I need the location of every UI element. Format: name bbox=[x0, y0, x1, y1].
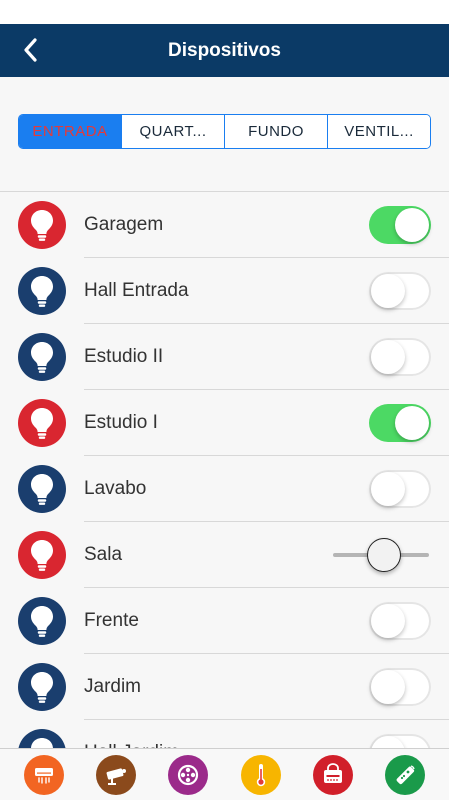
device-label: Frente bbox=[84, 610, 139, 631]
lightbulb-icon bbox=[18, 729, 66, 748]
device-label: Hall Entrada bbox=[84, 280, 189, 301]
alarm-panel-icon[interactable] bbox=[312, 754, 353, 795]
device-toggle[interactable] bbox=[369, 338, 431, 376]
device-label: Garagem bbox=[84, 214, 164, 235]
slider-thumb[interactable] bbox=[367, 538, 401, 572]
segment-tab-3[interactable]: VENTIL... bbox=[327, 115, 430, 148]
toggle-knob bbox=[371, 340, 405, 374]
segment-tab-1[interactable]: QUART... bbox=[121, 115, 224, 148]
lightbulb-icon bbox=[18, 531, 66, 579]
device-label: Jardim bbox=[84, 676, 142, 697]
chevron-left-icon bbox=[24, 38, 37, 62]
lightbulb-icon bbox=[18, 333, 66, 381]
segment-tab-0[interactable]: ENTRADA bbox=[19, 115, 121, 148]
device-row: Estudio I bbox=[0, 390, 449, 456]
device-row: Lavabo bbox=[0, 456, 449, 522]
page-title: Dispositivos bbox=[168, 39, 281, 61]
camera-icon[interactable] bbox=[96, 754, 137, 795]
device-row: Estudio II bbox=[0, 324, 449, 390]
device-label: Estudio II bbox=[84, 346, 164, 367]
lightbulb-icon bbox=[18, 597, 66, 645]
toggle-knob bbox=[371, 736, 405, 748]
segment-tab-2[interactable]: FUNDO bbox=[224, 115, 327, 148]
device-row: Jardim bbox=[0, 654, 449, 720]
device-label: Lavabo bbox=[84, 478, 147, 499]
device-toggle[interactable] bbox=[369, 734, 431, 748]
device-row: Hall Entrada bbox=[0, 258, 449, 324]
thermometer-icon[interactable] bbox=[240, 754, 281, 795]
bottom-tab-bar bbox=[0, 748, 449, 800]
remote-control-icon[interactable] bbox=[384, 754, 425, 795]
toggle-knob bbox=[371, 274, 405, 308]
segment-container: ENTRADA QUART... FUNDO VENTIL... bbox=[0, 77, 449, 191]
device-toggle[interactable] bbox=[369, 602, 431, 640]
dimmer-slider[interactable] bbox=[333, 536, 429, 574]
device-toggle[interactable] bbox=[369, 668, 431, 706]
device-list: Garagem Hall Entrada Estudio II Estudio I La… bbox=[0, 191, 449, 748]
device-toggle[interactable] bbox=[369, 404, 431, 442]
toggle-knob bbox=[395, 406, 429, 440]
device-label: Estudio I bbox=[84, 412, 158, 433]
lightbulb-icon bbox=[18, 465, 66, 513]
lightbulb-icon bbox=[18, 201, 66, 249]
device-row: Sala bbox=[0, 522, 449, 588]
device-row: Hall Jardim bbox=[0, 720, 449, 748]
device-row: Frente bbox=[0, 588, 449, 654]
device-toggle[interactable] bbox=[369, 470, 431, 508]
device-row: Garagem bbox=[0, 192, 449, 258]
back-button[interactable] bbox=[18, 36, 46, 64]
lightbulb-icon bbox=[18, 399, 66, 447]
toggle-knob bbox=[371, 670, 405, 704]
toggle-knob bbox=[395, 208, 429, 242]
room-segmented-control: ENTRADA QUART... FUNDO VENTIL... bbox=[18, 114, 431, 149]
toggle-knob bbox=[371, 604, 405, 638]
device-toggle[interactable] bbox=[369, 272, 431, 310]
status-bar bbox=[0, 0, 449, 24]
film-reel-icon[interactable] bbox=[168, 754, 209, 795]
device-label: Sala bbox=[84, 544, 123, 565]
navigation-bar: Dispositivos bbox=[0, 24, 449, 77]
device-toggle[interactable] bbox=[369, 206, 431, 244]
lightbulb-icon bbox=[18, 267, 66, 315]
air-conditioner-icon[interactable] bbox=[24, 754, 65, 795]
lightbulb-icon bbox=[18, 663, 66, 711]
toggle-knob bbox=[371, 472, 405, 506]
